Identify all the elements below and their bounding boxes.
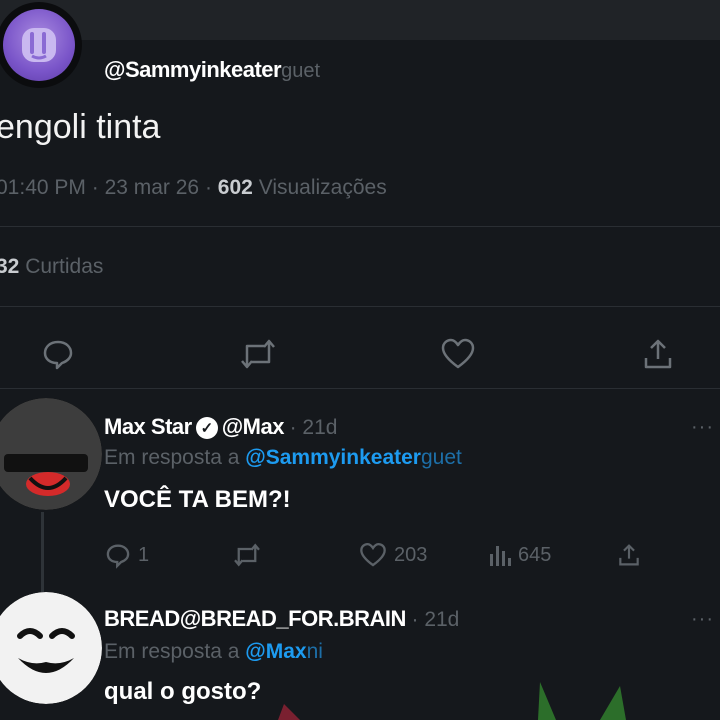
reply-author-handle: @Max <box>221 414 285 439</box>
tweet-date: 23 mar 26 <box>104 176 200 199</box>
reply-text: VOCÊ TA BEM?! <box>104 486 291 513</box>
reply-separator: · <box>289 416 303 439</box>
more-options-icon[interactable]: ··· <box>691 608 714 631</box>
verified-icon: ✓ <box>195 417 218 440</box>
reply-action-bar: 1 203 645 <box>104 540 664 570</box>
max-avatar-art <box>0 398 102 510</box>
likes-summary[interactable]: 32 Curtidas <box>0 255 103 279</box>
comment-icon <box>106 544 130 569</box>
likes-count: 32 <box>0 255 20 278</box>
reply-share-button[interactable] <box>616 540 642 570</box>
tweet-time: 01:40 PM <box>0 176 86 199</box>
reply-views-button[interactable]: 645 <box>488 540 551 570</box>
share-button[interactable] <box>638 334 678 374</box>
heart-icon <box>441 338 475 369</box>
reply-text: qual o gosto? <box>104 678 262 705</box>
bread-avatar-art <box>0 592 102 704</box>
comment-button[interactable] <box>38 334 78 374</box>
reply-comment-button[interactable]: 1 <box>104 540 149 570</box>
reply-avatar-max[interactable] <box>0 398 102 510</box>
reply-mention-suffix: ni <box>306 640 323 663</box>
divider <box>0 306 720 307</box>
author-handle-text: @Sammyinkeater <box>104 57 282 82</box>
reply-time: 21d <box>424 608 460 631</box>
retweet-button[interactable] <box>238 334 278 374</box>
reply-comment-count: 1 <box>138 543 150 566</box>
share-icon <box>644 339 672 369</box>
reply-avatar-bread[interactable] <box>0 592 102 704</box>
reply-mention-suffix: guet <box>420 446 462 469</box>
reply-context: Em resposta a @Maxni <box>104 640 323 664</box>
reply-author-name: Max Star <box>104 414 192 439</box>
reply-prefix: Em resposta a <box>104 446 240 469</box>
reply-time: 21d <box>302 416 338 439</box>
likes-label: Curtidas <box>25 255 104 278</box>
reply-views-count: 645 <box>518 543 552 566</box>
reply-like-count: 203 <box>394 543 428 566</box>
share-icon <box>619 544 639 566</box>
more-options-icon[interactable]: ··· <box>691 416 714 439</box>
author-avatar[interactable] <box>0 2 82 88</box>
meta-separator: · <box>204 176 218 199</box>
reply-author-name: BREAD <box>104 606 180 631</box>
reply-context: Em resposta a @Sammyinkeaterguet <box>104 446 462 470</box>
author-handle[interactable]: @Sammyinkeaterguet <box>104 57 320 83</box>
like-button[interactable] <box>438 334 478 374</box>
retweet-icon <box>241 339 275 369</box>
thread-line <box>41 512 44 594</box>
reply-author[interactable]: BREAD@BREAD_FOR.BRAIN · 21d <box>104 606 459 632</box>
author-handle-suffix: guet <box>281 60 321 82</box>
reply-author[interactable]: Max Star ✓ @Max · 21d <box>104 414 337 440</box>
tweet-action-bar <box>0 334 720 374</box>
tweet-text: engoli tinta <box>0 108 161 146</box>
heart-icon <box>360 542 386 567</box>
comment-icon <box>43 340 73 370</box>
divider <box>0 388 720 389</box>
top-bar <box>0 0 720 40</box>
reply-prefix: Em resposta a <box>104 640 240 663</box>
meta-separator: · <box>91 176 105 199</box>
reply-author-handle: @BREAD_FOR.BRAIN <box>179 606 407 631</box>
views-label: Visualizações <box>258 176 387 199</box>
reply-separator: · <box>411 608 425 631</box>
partial-drawing <box>278 682 626 720</box>
reply-retweet-button[interactable] <box>232 540 262 570</box>
tweet-meta: 01:40 PM · 23 mar 26 · 602 Visualizações <box>0 176 387 200</box>
reply-like-button[interactable]: 203 <box>358 540 427 570</box>
reply-mention[interactable]: @Max <box>245 640 306 663</box>
views-count: 602 <box>217 176 253 199</box>
views-icon <box>490 546 511 566</box>
author-avatar-art <box>22 28 56 62</box>
reply-mention[interactable]: @Sammyinkeater <box>245 446 421 469</box>
retweet-icon <box>234 543 260 567</box>
divider <box>0 226 720 227</box>
